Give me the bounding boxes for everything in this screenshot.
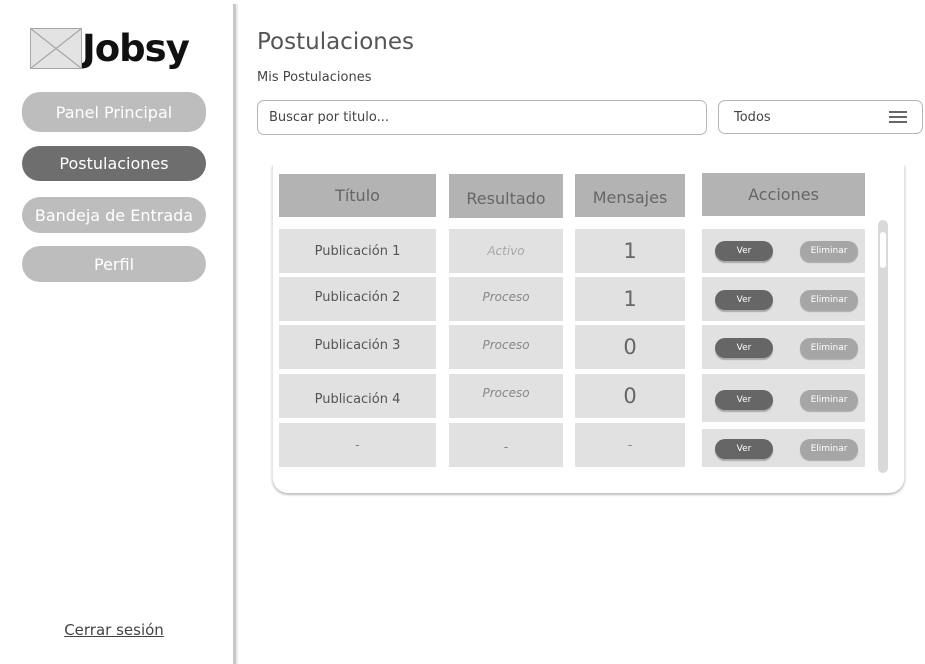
page-subtitle: Mis Postulaciones	[257, 70, 372, 85]
row4-delete-button[interactable]: Eliminar	[800, 390, 858, 410]
row5-resultado: -	[449, 423, 563, 467]
logout-link[interactable]: Cerrar sesión	[0, 621, 228, 639]
nav-bandeja-de-entrada[interactable]: Bandeja de Entrada	[22, 197, 206, 233]
logo-text: Jobsy	[82, 27, 190, 70]
row2-resultado: Proceso	[449, 277, 563, 321]
header-titulo: Título	[279, 174, 436, 217]
filter-value: Todos	[734, 109, 771, 125]
row4-view-button[interactable]: Ver	[715, 390, 773, 410]
row5-view-button[interactable]: Ver	[715, 439, 773, 459]
row3-titulo: Publicación 3	[279, 325, 436, 369]
logo-image-placeholder-icon	[30, 28, 82, 69]
row2-mensajes: 1	[575, 277, 685, 321]
search-placeholder: Buscar por titulo...	[269, 110, 389, 125]
row5-titulo: -	[279, 423, 436, 467]
row3-resultado: Proceso	[449, 325, 563, 369]
row1-view-button[interactable]: Ver	[715, 241, 773, 261]
row1-resultado: Activo	[449, 229, 563, 273]
page-title: Postulaciones	[257, 29, 415, 55]
row4-titulo: Publicación 4	[279, 374, 436, 418]
row5-delete-button[interactable]: Eliminar	[800, 439, 858, 459]
row2-view-button[interactable]: Ver	[715, 290, 773, 310]
sidebar-divider-shadow	[236, 4, 238, 664]
row3-delete-button[interactable]: Eliminar	[800, 338, 858, 358]
row2-titulo: Publicación 2	[279, 277, 436, 321]
sidebar: Jobsy Panel Principal Postulaciones Band…	[0, 0, 236, 664]
row2-delete-button[interactable]: Eliminar	[800, 290, 858, 310]
header-mensajes: Mensajes	[575, 174, 685, 217]
nav-postulaciones[interactable]: Postulaciones	[22, 146, 206, 181]
nav-panel-principal[interactable]: Panel Principal	[22, 92, 206, 132]
logo: Jobsy	[30, 27, 190, 70]
row1-delete-button[interactable]: Eliminar	[800, 241, 858, 261]
row4-mensajes: 0	[575, 374, 685, 418]
row3-mensajes: 0	[575, 325, 685, 369]
header-acciones: Acciones	[702, 173, 865, 216]
row1-titulo: Publicación 1	[279, 229, 436, 273]
menu-icon	[889, 111, 907, 123]
row1-mensajes: 1	[575, 229, 685, 273]
row3-view-button[interactable]: Ver	[715, 338, 773, 358]
nav-perfil[interactable]: Perfil	[22, 246, 206, 282]
header-resultado: Resultado	[449, 174, 563, 218]
row5-mensajes: -	[575, 423, 685, 467]
filter-select[interactable]: Todos	[718, 100, 923, 134]
table-scrollbar-thumb[interactable]	[880, 232, 886, 268]
row4-resultado: Proceso	[449, 374, 563, 418]
search-input[interactable]: Buscar por titulo...	[257, 100, 707, 135]
